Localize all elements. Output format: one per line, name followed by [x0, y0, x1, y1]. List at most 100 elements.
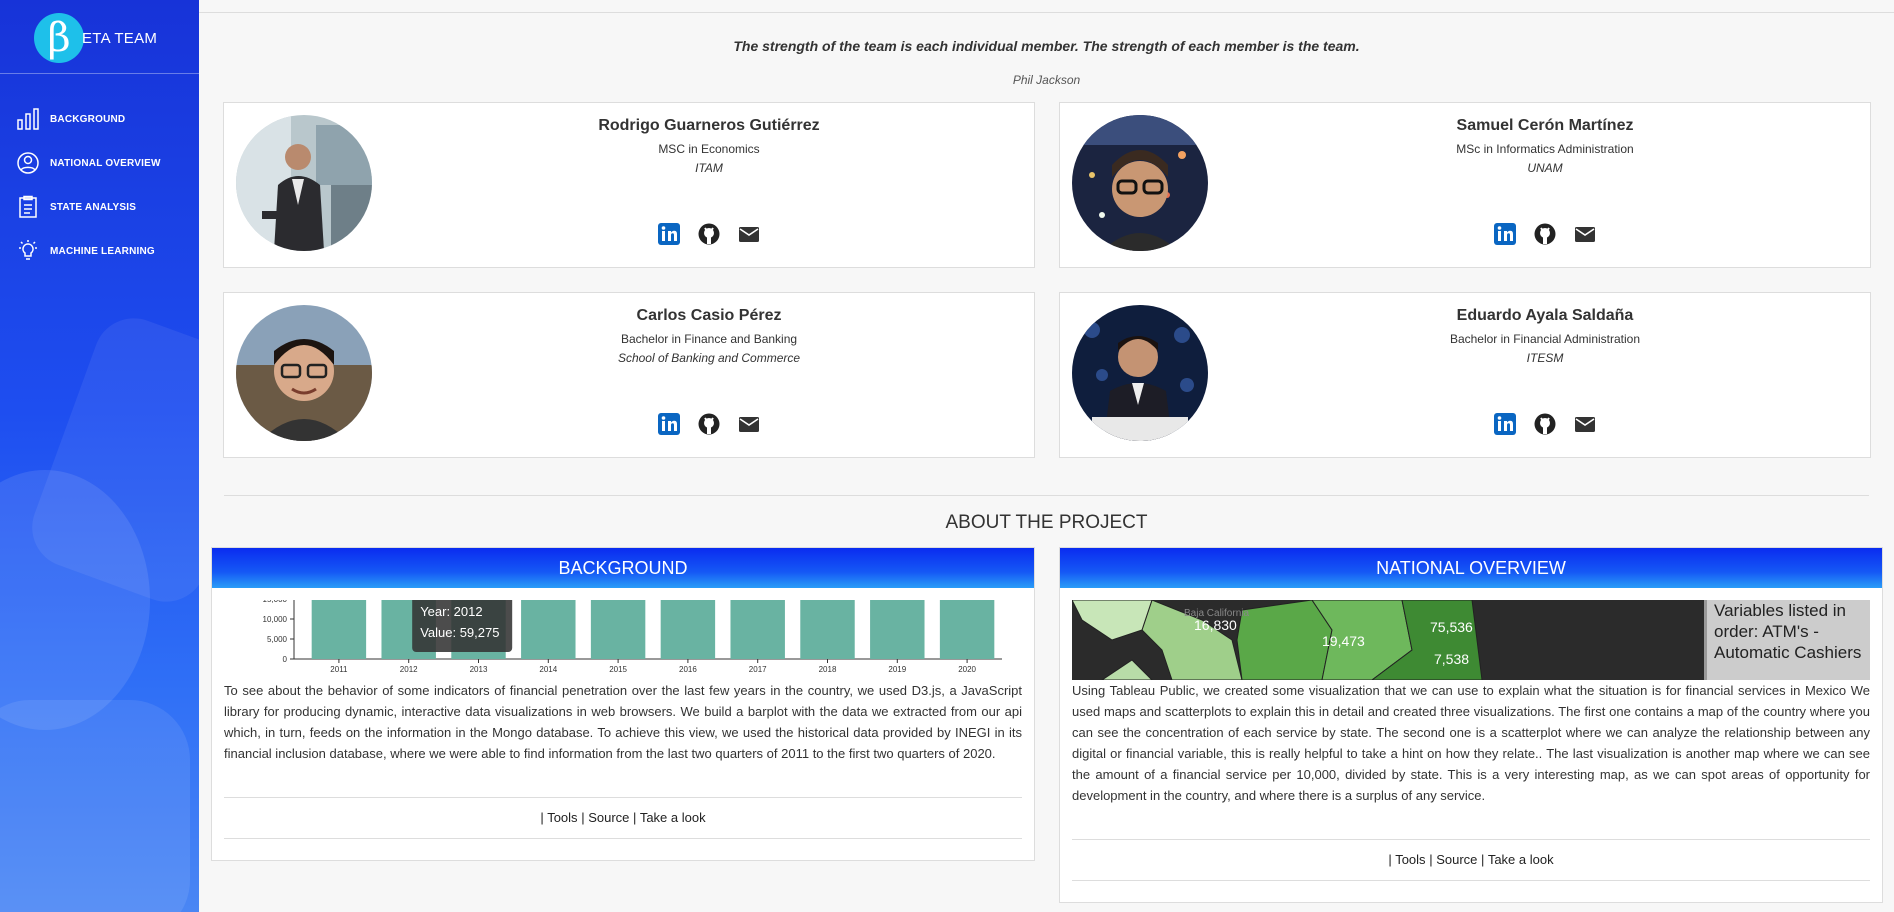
link-separator: | [1429, 852, 1433, 867]
map-label: 19,473 [1322, 633, 1365, 649]
panel-header: NATIONAL OVERVIEW [1060, 548, 1882, 588]
linkedin-icon[interactable] [658, 223, 680, 245]
bar [730, 600, 785, 659]
x-tick-label: 2015 [609, 665, 627, 674]
member-card: Rodrigo Guarneros Gutiérrez MSC in Econo… [223, 102, 1035, 268]
member-name: Rodrigo Guarneros Gutiérrez [598, 117, 820, 134]
github-icon[interactable] [1534, 413, 1556, 435]
source-link[interactable]: Source [1436, 852, 1477, 867]
map-label: 75,536 [1430, 619, 1473, 635]
sidebar-nav: BACKGROUND NATIONAL OVERVIEW STATE ANALY… [0, 97, 199, 273]
member-card: Eduardo Ayala Saldaña Bachelor in Financ… [1059, 292, 1871, 458]
tableau-map[interactable]: 16,830 19,473 75,536 7,538 Baja Californ… [1072, 600, 1870, 680]
sidebar-item-label: BACKGROUND [50, 113, 126, 125]
lightbulb-icon [19, 240, 37, 260]
main-content: The strength of the team is each individ… [199, 0, 1894, 912]
bar [939, 600, 995, 659]
user-circle-icon [17, 152, 39, 174]
national-overview-panel: NATIONAL OVERVIEW 16,830 19,473 75,536 7… [1059, 547, 1883, 903]
sidebar-item-label: NATIONAL OVERVIEW [50, 157, 161, 169]
quote-author: Phil Jackson [1012, 73, 1081, 87]
link-separator: | [540, 810, 544, 825]
x-tick-label: 2014 [539, 665, 557, 674]
tools-link[interactable]: Tools [547, 810, 577, 825]
y-tick-label: 0 [283, 655, 288, 664]
social-links [384, 413, 1034, 435]
map-region-label: Baja California [1184, 608, 1249, 619]
background-decoration [0, 700, 190, 912]
x-tick-label: 2011 [330, 665, 348, 674]
background-description: To see about the behavior of some indica… [224, 683, 1022, 761]
linkedin-icon[interactable] [1494, 223, 1516, 245]
member-degree: MSc in Informatics Administration [1456, 142, 1634, 156]
take-a-look-link[interactable]: Take a look [640, 810, 706, 825]
linkedin-icon[interactable] [1494, 413, 1516, 435]
source-link[interactable]: Source [588, 810, 629, 825]
take-a-look-link[interactable]: Take a look [1488, 852, 1554, 867]
linkedin-icon[interactable] [658, 413, 680, 435]
sidebar-item-background[interactable]: BACKGROUND [0, 97, 199, 141]
bar [660, 600, 716, 659]
member-photo [1072, 305, 1208, 441]
member-school: UNAM [1527, 161, 1563, 175]
x-tick-label: 2017 [749, 665, 767, 674]
x-tick-label: 2019 [888, 665, 906, 674]
bar [870, 600, 925, 659]
bar-chart[interactable]: 0 5,000 10,000 15,000 2011 2012 2013 2014 2015 20… [224, 600, 1022, 680]
member-info: Carlos Casio Pérez Bachelor in Finance a… [384, 307, 1034, 365]
social-links [1220, 413, 1870, 435]
member-name: Eduardo Ayala Saldaña [1456, 307, 1634, 324]
national-description: Using Tableau Public, we created some vi… [1072, 683, 1870, 803]
email-icon[interactable] [738, 223, 760, 245]
bar [590, 600, 646, 659]
sidebar-item-label: MACHINE LEARNING [50, 245, 155, 257]
email-icon[interactable] [1574, 223, 1596, 245]
sidebar: β ETA TEAM BACKGROUND NATIONAL OVERVIEW … [0, 0, 199, 912]
github-icon[interactable] [1534, 223, 1556, 245]
link-separator: | [1481, 852, 1485, 867]
bar-chart-icon [17, 108, 39, 130]
member-card: Samuel Cerón Martínez MSc in Informatics… [1059, 102, 1871, 268]
bar [521, 600, 576, 659]
github-icon[interactable] [698, 223, 720, 245]
link-separator: | [581, 810, 585, 825]
y-tick-label: 15,000 [263, 600, 288, 604]
sidebar-item-state-analysis[interactable]: STATE ANALYSIS [0, 185, 199, 229]
about-title: ABOUT THE PROJECT [945, 512, 1148, 533]
member-photo [236, 305, 372, 441]
member-info: Rodrigo Guarneros Gutiérrez MSC in Econo… [384, 117, 1034, 175]
member-school: School of Banking and Commerce [617, 351, 801, 365]
section-divider [224, 495, 1869, 496]
sidebar-item-label: STATE ANALYSIS [50, 201, 137, 213]
x-tick-label: 2018 [819, 665, 837, 674]
github-icon[interactable] [698, 413, 720, 435]
member-photo [236, 115, 372, 251]
tooltip-value: Value: 59,275 [420, 625, 499, 640]
tools-link[interactable]: Tools [1395, 852, 1425, 867]
member-degree: Bachelor in Finance and Banking [620, 332, 798, 346]
link-separator: | [633, 810, 637, 825]
member-degree: Bachelor in Financial Administration [1449, 332, 1641, 346]
social-links [384, 223, 1034, 245]
member-school: ITESM [1526, 351, 1564, 365]
member-school: ITAM [695, 161, 723, 175]
background-panel: BACKGROUND 0 5,000 10,000 15,000 2011 2012 201… [211, 547, 1035, 861]
sidebar-item-machine-learning[interactable]: MACHINE LEARNING [0, 229, 199, 273]
email-icon[interactable] [738, 413, 760, 435]
member-name: Samuel Cerón Martínez [1456, 117, 1634, 134]
link-separator: | [1388, 852, 1392, 867]
x-tick-label: 2020 [958, 665, 976, 674]
sidebar-item-national-overview[interactable]: NATIONAL OVERVIEW [0, 141, 199, 185]
x-tick-label: 2012 [400, 665, 418, 674]
member-degree: MSC in Economics [658, 142, 760, 156]
member-card: Carlos Casio Pérez Bachelor in Finance a… [223, 292, 1035, 458]
email-icon[interactable] [1574, 413, 1596, 435]
brand[interactable]: β ETA TEAM [34, 10, 157, 66]
bar [800, 600, 855, 659]
map-legend: Variables listed in order: ATM's - Autom… [1704, 600, 1870, 680]
clipboard-icon [19, 195, 37, 218]
team-quote: The strength of the team is each individ… [733, 38, 1360, 54]
member-info: Eduardo Ayala Saldaña Bachelor in Financ… [1220, 307, 1870, 365]
x-tick-label: 2016 [679, 665, 697, 674]
y-tick-label: 5,000 [267, 635, 288, 644]
